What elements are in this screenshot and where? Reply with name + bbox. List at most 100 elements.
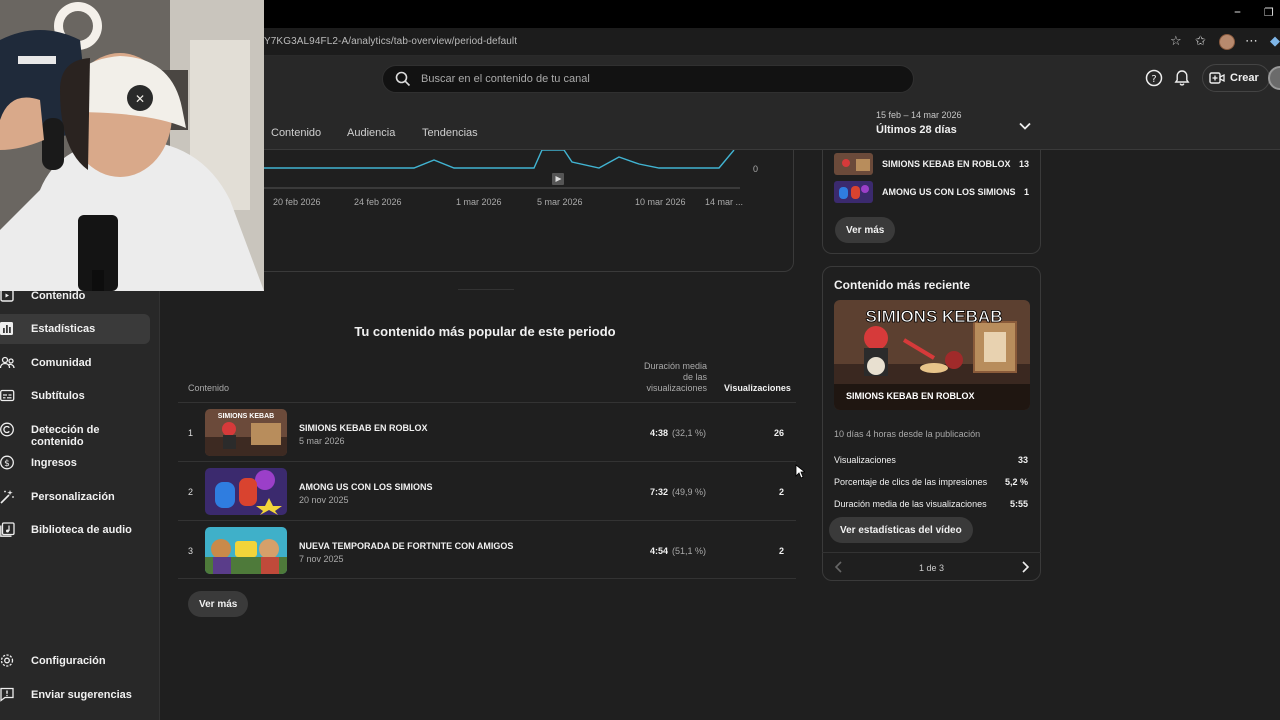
avg-duration-value: 4:54 bbox=[650, 546, 669, 556]
sidebar-item-feedback[interactable]: Enviar sugerencias bbox=[0, 680, 150, 710]
video-date: 5 mar 2026 bbox=[299, 436, 345, 446]
sidebar-item-subtitles[interactable]: Subtítulos bbox=[0, 381, 150, 411]
sidebar-item-community[interactable]: Comunidad bbox=[0, 348, 150, 378]
realtime-row[interactable]: SIMIONS KEBAB EN ROBLOX 13 bbox=[834, 153, 1032, 175]
sidebar-item-label: Biblioteca de audio bbox=[31, 524, 132, 536]
see-more-popular-button[interactable]: Ver más bbox=[188, 591, 249, 617]
divider bbox=[458, 289, 514, 290]
realtime-value: 13 bbox=[1018, 159, 1029, 169]
video-title[interactable]: NUEVA TEMPORADA DE FORTNITE CON AMIGOS bbox=[299, 541, 513, 551]
recent-pager: 1 de 3 bbox=[822, 552, 1041, 580]
svg-text:✕: ✕ bbox=[135, 92, 145, 106]
row-rank: 1 bbox=[188, 428, 194, 438]
chart-x-tick: 20 feb 2026 bbox=[273, 197, 321, 207]
avg-duration: 4:54 (51,1 %) bbox=[650, 546, 706, 556]
video-thumbnail[interactable] bbox=[205, 468, 287, 515]
views-line-chart bbox=[264, 150, 740, 189]
video-title[interactable]: SIMIONS KEBAB EN ROBLOX bbox=[299, 423, 428, 433]
tab-trends[interactable]: Tendencias bbox=[422, 127, 478, 139]
sidebar-item-earn[interactable]: $ Ingresos bbox=[0, 448, 150, 478]
realtime-video-title[interactable]: AMONG US CON LOS SIMIONS bbox=[882, 187, 1016, 197]
views-count: 2 bbox=[778, 546, 784, 556]
video-thumbnail[interactable] bbox=[205, 527, 287, 574]
more-menu-icon[interactable]: ⋯ bbox=[1245, 34, 1258, 49]
help-icon[interactable]: ? bbox=[1145, 69, 1163, 87]
search-input[interactable]: Buscar en el contenido de tu canal bbox=[382, 65, 914, 93]
sidebar-item-customization[interactable]: Personalización bbox=[0, 482, 150, 512]
search-placeholder: Buscar en el contenido de tu canal bbox=[421, 73, 590, 85]
tab-content[interactable]: Contenido bbox=[271, 127, 321, 139]
dollar-icon: $ bbox=[0, 455, 14, 470]
webcam-overlay: ✕ bbox=[0, 0, 264, 291]
realtime-value: 1 bbox=[1023, 187, 1029, 197]
favorites-icon[interactable]: ✩ bbox=[1195, 34, 1206, 49]
sidebar-item-label: Enviar sugerencias bbox=[31, 689, 132, 701]
period-selector[interactable]: 15 feb – 14 mar 2026 Últimos 28 días bbox=[876, 110, 962, 136]
tab-audience[interactable]: Audiencia bbox=[347, 127, 395, 139]
sidebar-item-label: Contenido bbox=[31, 290, 86, 302]
sidebar-item-content-detection[interactable]: Detección de contenido bbox=[0, 415, 150, 448]
table-row[interactable]: 3 NUEVA TEMPORADA DE FORTNITE CON AMIGOS… bbox=[178, 520, 796, 579]
sidebar-item-label: Personalización bbox=[31, 491, 115, 503]
chevron-down-icon[interactable] bbox=[1018, 119, 1032, 133]
sidebar-item-label: Subtítulos bbox=[31, 390, 85, 402]
restore-icon[interactable]: ❐ bbox=[1264, 6, 1274, 19]
row-rank: 2 bbox=[188, 487, 194, 497]
pager-text: 1 de 3 bbox=[918, 563, 945, 573]
recent-stat-views: Visualizaciones 33 bbox=[834, 455, 1028, 465]
stat-value: 5,2 % bbox=[1004, 477, 1028, 487]
magic-wand-icon bbox=[0, 490, 14, 504]
stat-label: Visualizaciones bbox=[834, 455, 896, 465]
channel-avatar[interactable] bbox=[1268, 66, 1280, 90]
realtime-row[interactable]: AMONG US CON LOS SIMIONS 1 bbox=[834, 181, 1032, 203]
sidebar-item-audio-library[interactable]: Biblioteca de audio bbox=[0, 515, 150, 545]
gear-icon bbox=[0, 654, 14, 667]
browser-profile-avatar[interactable] bbox=[1219, 34, 1235, 50]
recent-video-thumbnail[interactable]: SIMIONS KEBAB SIMIONS KEBAB EN ROBLOX bbox=[834, 300, 1030, 410]
analytics-tabs: Contenido Audiencia Tendencias bbox=[160, 100, 1280, 150]
subtitles-icon bbox=[0, 389, 15, 402]
chart-x-tick: 14 mar ... bbox=[705, 197, 744, 207]
row-rank: 3 bbox=[188, 546, 194, 556]
avg-duration-value: 7:32 bbox=[650, 487, 669, 497]
avg-duration: 7:32 (49,9 %) bbox=[650, 487, 706, 497]
video-thumbnail[interactable]: SIMIONS KEBAB bbox=[205, 409, 287, 456]
sidebar-item-analytics[interactable]: Estadísticas bbox=[0, 314, 150, 344]
chevron-right-icon[interactable] bbox=[1020, 561, 1030, 573]
video-stats-button[interactable]: Ver estadísticas del vídeo bbox=[829, 517, 973, 543]
table-row[interactable]: 2 AMONG US CON LOS SIMIONS 20 nov 2025 7… bbox=[178, 461, 796, 520]
thumb-headline: SIMIONS KEBAB bbox=[866, 307, 1003, 326]
views-count: 2 bbox=[778, 487, 784, 497]
recent-stat-avg-duration: Duración media de las visualizaciones 5:… bbox=[834, 499, 1028, 509]
col-header-views[interactable]: Visualizaciones bbox=[724, 383, 791, 393]
svg-text:?: ? bbox=[1151, 74, 1156, 85]
see-more-realtime-button[interactable]: Ver más bbox=[835, 217, 896, 243]
sidebar-item-label: Ingresos bbox=[31, 457, 77, 469]
create-video-icon bbox=[1209, 72, 1225, 84]
realtime-video-title[interactable]: SIMIONS KEBAB EN ROBLOX bbox=[882, 159, 1011, 169]
mini-thumbnail bbox=[834, 181, 873, 203]
search-icon bbox=[395, 71, 411, 87]
avg-duration: 4:38 (32,1 %) bbox=[650, 428, 706, 438]
mini-thumbnail bbox=[834, 153, 873, 175]
chart-x-tick: 5 mar 2026 bbox=[537, 197, 583, 207]
recent-content-title: Contenido más reciente bbox=[834, 278, 971, 292]
table-row[interactable]: 1 SIMIONS KEBAB SIMIONS KEBAB EN ROBLOX … bbox=[178, 402, 796, 461]
views-count: 26 bbox=[773, 428, 784, 438]
copilot-icon[interactable]: ◆ bbox=[1270, 34, 1280, 49]
avg-duration-value: 4:38 bbox=[650, 428, 669, 438]
notifications-icon[interactable] bbox=[1173, 69, 1191, 87]
minimize-icon[interactable]: – bbox=[1234, 4, 1241, 20]
sidebar-item-settings[interactable]: Configuración bbox=[0, 646, 150, 676]
audio-library-icon bbox=[0, 522, 15, 537]
col-header-duration[interactable]: Duración media de las visualizaciones bbox=[640, 361, 707, 394]
col-header-content: Contenido bbox=[188, 383, 230, 393]
bookmark-star-icon[interactable]: ☆ bbox=[1170, 34, 1182, 49]
video-title[interactable]: AMONG US CON LOS SIMIONS bbox=[299, 482, 433, 492]
period-range: 15 feb – 14 mar 2026 bbox=[876, 110, 962, 120]
create-button[interactable]: Crear bbox=[1202, 64, 1270, 92]
chart-y-tick: 0 bbox=[753, 164, 759, 174]
svg-text:SIMIONS KEBAB: SIMIONS KEBAB bbox=[218, 413, 274, 420]
url-text[interactable]: Y7KG3AL94FL2-A/analytics/tab-overview/pe… bbox=[264, 36, 517, 47]
thumb-caption: SIMIONS KEBAB EN ROBLOX bbox=[846, 391, 975, 401]
